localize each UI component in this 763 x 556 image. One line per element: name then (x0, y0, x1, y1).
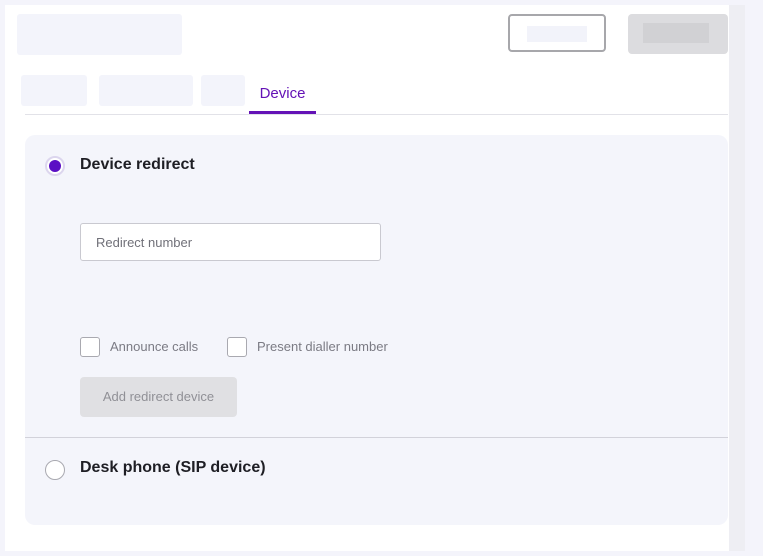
page-title-placeholder (17, 14, 182, 55)
vertical-scrollbar[interactable] (729, 5, 745, 551)
desk-phone-label[interactable]: Desk phone (SIP device) (80, 459, 266, 477)
present-dialler-number-label[interactable]: Present dialler number (257, 339, 388, 355)
announce-calls-checkbox[interactable] (80, 337, 100, 357)
primary-action-button[interactable] (628, 14, 728, 54)
tab-device[interactable]: Device (249, 84, 316, 114)
options-divider (25, 437, 728, 438)
button-label-placeholder (643, 23, 709, 43)
add-redirect-device-button[interactable]: Add redirect device (80, 377, 237, 417)
device-redirect-label[interactable]: Device redirect (80, 156, 195, 174)
button-label-placeholder (527, 26, 587, 42)
present-dialler-number-checkbox[interactable] (227, 337, 247, 357)
announce-calls-label[interactable]: Announce calls (110, 339, 198, 355)
device-redirect-radio[interactable] (45, 156, 65, 176)
tab-placeholder-3[interactable] (201, 75, 245, 106)
secondary-action-button[interactable] (508, 14, 606, 52)
tabs-divider (25, 114, 728, 115)
redirect-number-input[interactable] (80, 223, 381, 261)
tab-placeholder-1[interactable] (21, 75, 87, 106)
desk-phone-radio[interactable] (45, 460, 65, 480)
tab-placeholder-2[interactable] (99, 75, 193, 106)
